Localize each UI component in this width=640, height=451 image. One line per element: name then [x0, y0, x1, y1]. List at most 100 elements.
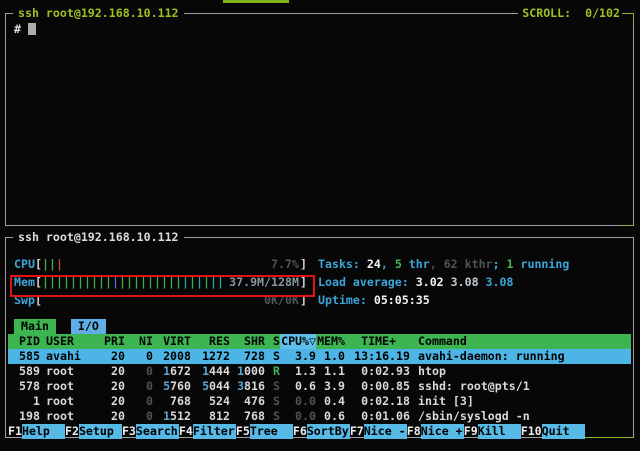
cell-s: S — [265, 349, 280, 364]
process-row[interactable]: 1root200768524476S0.00.40:02.18init [3] — [8, 394, 631, 409]
tab-i-o[interactable]: I/O — [71, 319, 106, 334]
thousands-digit: 1 — [163, 364, 170, 378]
memory-meter: Mem[||||||||||||||||||||||||||37.9M/128M… — [14, 273, 307, 291]
stat-segment: 24 — [367, 257, 381, 272]
column-header-cmd[interactable]: Command — [410, 334, 631, 349]
meter-tick: | — [161, 275, 168, 289]
cell-pri: 20 — [104, 394, 125, 409]
cell-shr: 1000 — [230, 364, 265, 379]
cell-ni: 0 — [125, 349, 153, 364]
stat-segment: 05:05:35 — [374, 293, 430, 308]
process-row[interactable]: 198root2001512812768S0.00.60:01.06/sbin/… — [8, 409, 631, 424]
cell-shr: 728 — [230, 349, 265, 364]
cell-virt: 2008 — [153, 349, 191, 364]
swap-meter-bar: 0K/0K — [42, 293, 300, 307]
stat-segment: 3.02 — [416, 275, 451, 290]
cell-time: 0:02.93 — [345, 364, 410, 379]
column-header-shr[interactable]: SHR — [230, 334, 265, 349]
swap-meter-value: 0K/0K — [264, 293, 299, 307]
cell-ni: 0 — [125, 394, 153, 409]
fkey-label-sortby[interactable]: SortBy — [307, 424, 350, 439]
meter-tick: | — [105, 275, 112, 289]
cell-res: 524 — [191, 394, 230, 409]
cell-user: root — [40, 364, 104, 379]
cell-cpu: 3.9 — [280, 349, 316, 364]
fkey-f9[interactable]: F9 — [464, 424, 478, 439]
cell-cmd: /sbin/syslogd -n — [410, 409, 631, 424]
process-table-header: PIDUSERPRINIVIRTRESSHRSCPU%▽MEM%TIME+Com… — [8, 334, 631, 349]
meter-tick: | — [56, 257, 63, 271]
cell-time: 13:16.19 — [345, 349, 410, 364]
cell-mem: 0.4 — [316, 394, 345, 409]
stat-segment: Tasks: — [318, 257, 367, 272]
prompt-line[interactable]: # — [14, 22, 36, 37]
fkey-label-tree[interactable]: Tree — [250, 424, 293, 439]
process-row[interactable]: 589root200167214441000R1.31.10:02.93htop — [8, 364, 631, 379]
tab-main[interactable]: Main — [14, 319, 56, 334]
fkey-f8[interactable]: F8 — [407, 424, 421, 439]
fkey-f1[interactable]: F1 — [8, 424, 22, 439]
top-edge-green-line — [223, 0, 289, 3]
meter-tick: | — [84, 275, 91, 289]
column-header-cpu[interactable]: CPU%▽ — [280, 334, 316, 349]
cell-user: root — [40, 394, 104, 409]
column-header-pid[interactable]: PID — [8, 334, 40, 349]
top-pane[interactable]: ssh root@192.168.10.112 SCROLL: 0/102 # — [5, 13, 634, 226]
scroll-indicator: SCROLL: 0/102 — [518, 6, 624, 21]
bracket: ] — [300, 293, 307, 308]
fkey-label-kill[interactable]: Kill — [478, 424, 521, 439]
process-row[interactable]: 578root200576050443816S0.63.90:00.85sshd… — [8, 379, 631, 394]
column-header-user[interactable]: USER — [40, 334, 104, 349]
meter-tick: | — [119, 275, 126, 289]
stat-segment: 3.08 — [486, 275, 514, 290]
bottom-pane[interactable]: ssh root@192.168.10.112 CPU[|||7.7%] Mem… — [5, 237, 634, 438]
column-header-time[interactable]: TIME+ — [345, 334, 410, 349]
pane-title: ssh root@192.168.10.112 — [13, 6, 184, 21]
cell-cmd: avahi-daemon: running — [410, 349, 631, 364]
column-header-pri[interactable]: PRI — [104, 334, 125, 349]
cell-ni: 0 — [125, 379, 153, 394]
fkey-f10[interactable]: F10 — [521, 424, 542, 439]
cell-virt: 1672 — [153, 364, 191, 379]
column-header-ni[interactable]: NI — [125, 334, 153, 349]
fkey-label-filter[interactable]: Filter — [193, 424, 236, 439]
stat-segment: 1 — [507, 257, 514, 272]
fkey-label-help[interactable]: Help — [22, 424, 65, 439]
column-header-virt[interactable]: VIRT — [153, 334, 191, 349]
cell-user: root — [40, 409, 104, 424]
pane-corner-accent — [622, 13, 634, 23]
fkey-f7[interactable]: F7 — [350, 424, 364, 439]
fkey-f5[interactable]: F5 — [236, 424, 250, 439]
fkey-label-setup[interactable]: Setup — [79, 424, 122, 439]
column-header-res[interactable]: RES — [191, 334, 230, 349]
thousands-digit: 1 — [202, 364, 209, 378]
fkey-label-search[interactable]: Search — [136, 424, 179, 439]
fkey-f3[interactable]: F3 — [122, 424, 136, 439]
cell-s: S — [265, 379, 280, 394]
cell-s: S — [265, 409, 280, 424]
bracket: [ — [35, 257, 42, 272]
fkey-f2[interactable]: F2 — [65, 424, 79, 439]
htop-screen-tabs: Main I/O — [14, 319, 106, 334]
fkey-f6[interactable]: F6 — [293, 424, 307, 439]
process-row[interactable]: 585avahi20020081272728S3.91.013:16.19ava… — [8, 349, 631, 364]
column-header-mem[interactable]: MEM% — [316, 334, 345, 349]
stat-segment: 5 — [395, 257, 402, 272]
cell-cmd: sshd: root@pts/1 — [410, 379, 631, 394]
cell-pri: 20 — [104, 349, 125, 364]
cell-s: R — [265, 364, 280, 379]
cell-time: 0:00.85 — [345, 379, 410, 394]
meter-tick: | — [91, 275, 98, 289]
column-header-s[interactable]: S — [265, 334, 280, 349]
cursor-block — [28, 23, 36, 35]
fkey-label-nice-[interactable]: Nice + — [421, 424, 464, 439]
fkey-f4[interactable]: F4 — [179, 424, 193, 439]
cell-user: avahi — [40, 349, 104, 364]
pane-border-accent — [622, 225, 634, 226]
meter-tick: | — [126, 275, 133, 289]
fkey-label-quit[interactable]: Quit — [542, 424, 585, 439]
function-key-bar: F1HelpF2SetupF3SearchF4FilterF5TreeF6Sor… — [8, 424, 631, 439]
meter-tick: | — [140, 275, 147, 289]
stat-segment: running — [514, 257, 570, 272]
fkey-label-nice-[interactable]: Nice - — [364, 424, 407, 439]
